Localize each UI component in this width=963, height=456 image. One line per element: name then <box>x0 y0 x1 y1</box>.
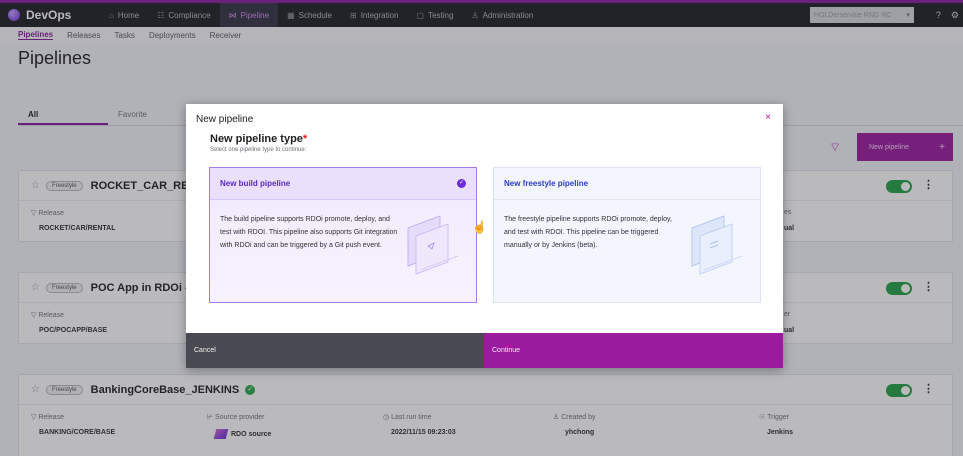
pointer-cursor-icon: ☝ <box>472 220 487 234</box>
build-pipeline-option[interactable]: New build pipeline ✓ The build pipeline … <box>209 167 477 303</box>
option-description: The build pipeline supports RDOi promote… <box>220 216 398 249</box>
continue-button[interactable]: Continue <box>484 333 783 368</box>
new-pipeline-modal: New pipeline × New pipeline type* Select… <box>186 104 783 368</box>
checkmark-icon: ✓ <box>457 179 466 188</box>
cancel-button[interactable]: Cancel <box>186 333 484 368</box>
required-marker: * <box>302 133 308 145</box>
modal-header: New pipeline <box>196 114 254 125</box>
option-description: The freestyle pipeline supports RDOi pro… <box>504 216 672 249</box>
build-pipeline-illustration-icon <box>407 215 459 275</box>
modal-footer: Cancel Continue <box>186 333 783 368</box>
modal-subtitle: Select one pipeline type to continue: <box>210 147 307 153</box>
option-title: New freestyle pipeline <box>494 168 760 200</box>
freestyle-pipeline-option[interactable]: New freestyle pipeline The freestyle pip… <box>493 167 761 303</box>
close-icon[interactable]: × <box>765 112 771 123</box>
modal-title: New pipeline type* <box>210 133 308 145</box>
freestyle-pipeline-illustration-icon <box>691 215 743 275</box>
option-title: New build pipeline <box>210 168 476 200</box>
